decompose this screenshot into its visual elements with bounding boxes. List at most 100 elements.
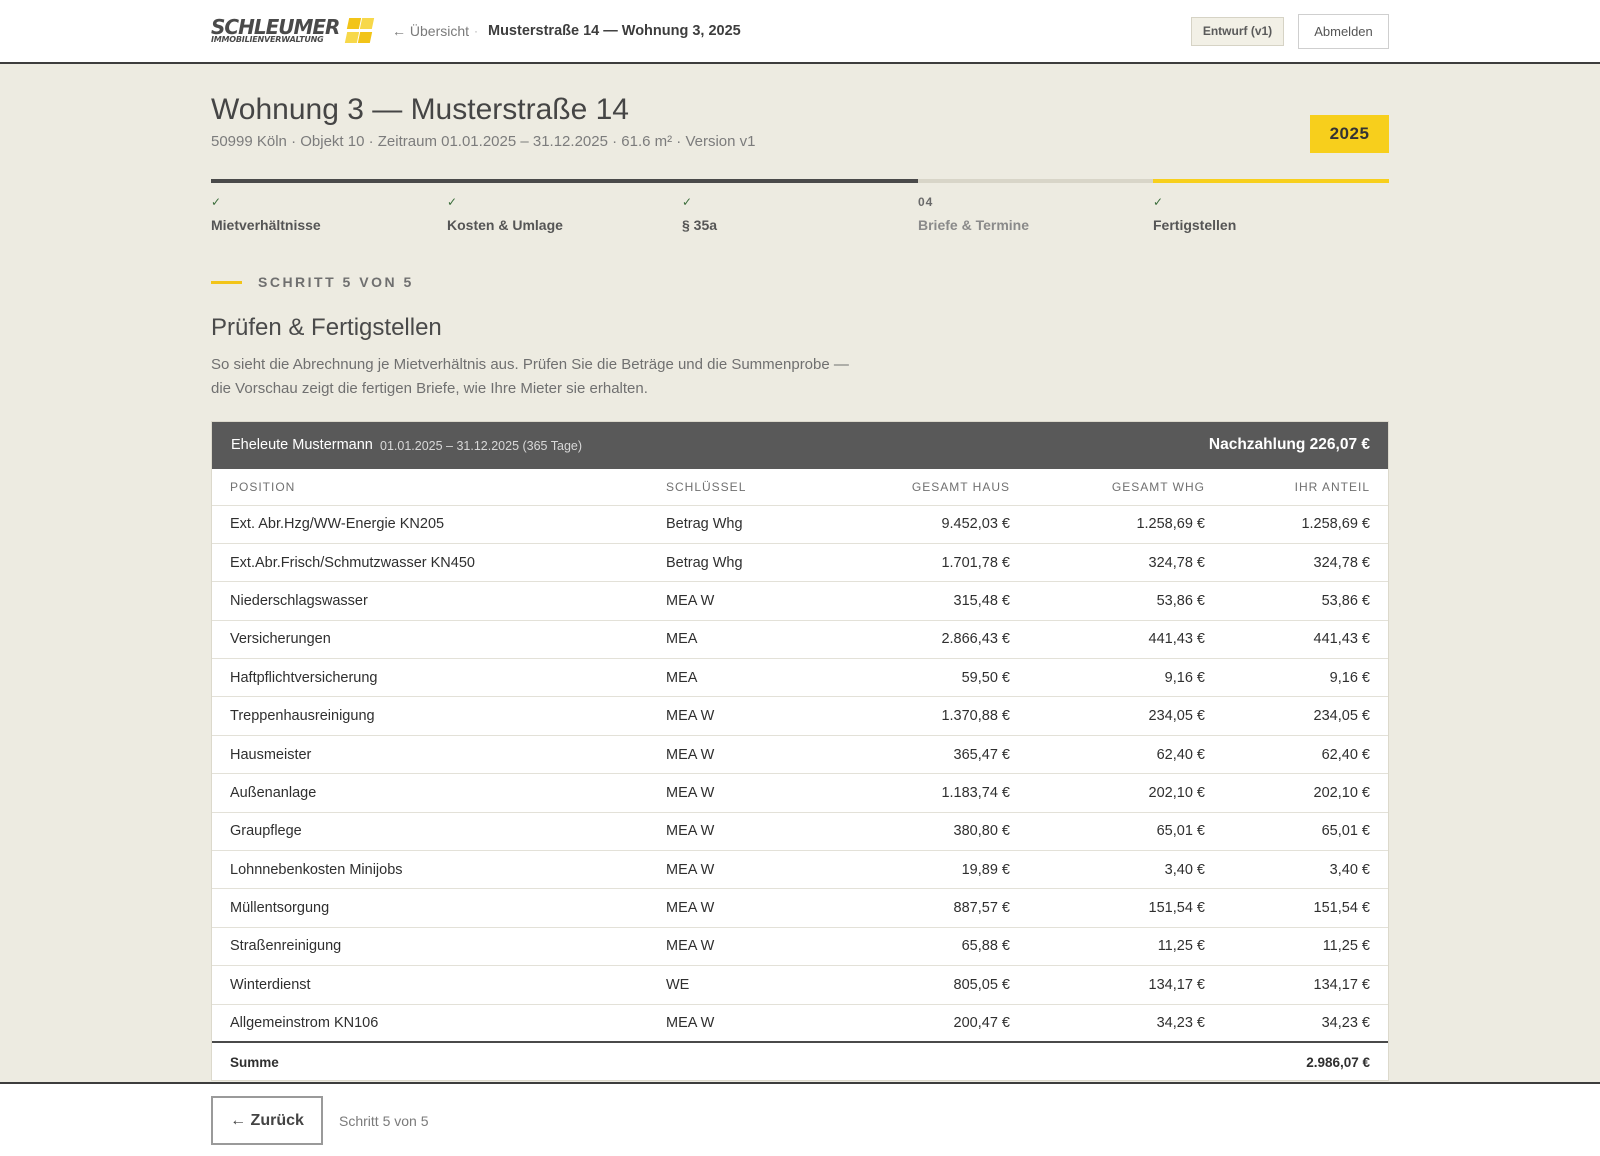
breadcrumb: Musterstraße 14 — Wohnung 3, 2025 [488, 23, 741, 39]
check-icon: ✓ [1153, 195, 1164, 209]
cell-position: Außenanlage [212, 773, 648, 813]
sum-row: Summe 2.986,07 € [212, 1041, 1388, 1083]
step-progress-bar [918, 179, 1154, 183]
table-row: Straßenreinigung MEA W 65,88 €11,25 €11,25… [212, 927, 1388, 967]
cell-your-share: 34,23 € [1223, 1004, 1388, 1043]
cell-your-share: 62,40 € [1223, 735, 1388, 775]
cell-total-house: 9.452,03 € [828, 505, 1028, 544]
table-row: Lohnnebenkosten Minijobs MEA W 19,89 €3,40… [212, 850, 1388, 890]
sum-value: 2.986,07 € [1223, 1041, 1388, 1083]
cost-table: POSITION SCHLÜSSEL GESAMT HAUS GESAMT WH… [212, 469, 1388, 1083]
cell-total-house: 805,05 € [828, 965, 1028, 1005]
cell-position: Straßenreinigung [212, 927, 648, 967]
column-header-total-house: GESAMT HAUS [828, 469, 1028, 506]
cell-total-unit: 11,25 € [1028, 927, 1223, 967]
cell-key: Betrag Whg [648, 543, 828, 583]
column-header-position: POSITION [212, 469, 648, 506]
step-progress-bar [211, 179, 447, 183]
section-title: Prüfen & Fertigstellen [211, 314, 442, 341]
statement-header: Eheleute Mustermann 01.01.2025 – 31.12.2… [212, 422, 1388, 469]
step-progress-bar [682, 179, 918, 183]
cell-total-house: 1.370,88 € [828, 696, 1028, 736]
table-row: Ext. Abr.Hzg/WW-Energie KN205 Betrag Whg 9… [212, 505, 1388, 544]
cell-position: Treppenhausreinigung [212, 696, 648, 736]
progress-stepper: ✓ Mietverhältnisse ✓ Kosten & Umlage ✓ §… [211, 179, 1389, 239]
check-icon: ✓ [682, 195, 693, 209]
step-number: 04 [918, 195, 934, 209]
cell-your-share: 324,78 € [1223, 543, 1388, 583]
back-button[interactable]: ← Zurück [211, 1096, 323, 1145]
cell-total-unit: 134,17 € [1028, 965, 1223, 1005]
table-header-row: POSITION SCHLÜSSEL GESAMT HAUS GESAMT WH… [212, 469, 1388, 506]
draft-version-badge: Entwurf (v1) [1191, 17, 1284, 46]
cell-total-house: 315,48 € [828, 581, 1028, 621]
cell-position: Allgemeinstrom KN106 [212, 1004, 648, 1043]
cell-total-house: 2.866,43 € [828, 620, 1028, 660]
cell-key: MEA W [648, 696, 828, 736]
cell-total-house: 365,47 € [828, 735, 1028, 775]
table-row: Ext.Abr.Frisch/Schmutzwasser KN450 Betrag… [212, 543, 1388, 583]
step-35a[interactable]: ✓ § 35a [682, 179, 918, 239]
cell-total-house: 65,88 € [828, 927, 1028, 967]
step-progress-bar [447, 179, 683, 183]
company-logo[interactable]: SCHLEUMER IMMOBILIENVERWALTUNG [211, 17, 375, 45]
check-icon: ✓ [447, 195, 458, 209]
back-to-overview-link[interactable]: ← Übersicht [392, 21, 469, 41]
cell-total-unit: 441,43 € [1028, 620, 1223, 660]
cell-key: MEA W [648, 850, 828, 890]
cell-your-share: 9,16 € [1223, 658, 1388, 698]
table-row: Winterdienst WE 805,05 €134,17 €134,17 € [212, 965, 1388, 1005]
cell-key: MEA W [648, 581, 828, 621]
table-row: Haftpflichtversicherung MEA 59,50 €9,16 €9… [212, 658, 1388, 698]
cell-total-unit: 34,23 € [1028, 1004, 1223, 1043]
step-mietverhaeltnisse[interactable]: ✓ Mietverhältnisse [211, 179, 447, 239]
step-kosten-umlage[interactable]: ✓ Kosten & Umlage [447, 179, 683, 239]
cell-total-house: 1.183,74 € [828, 773, 1028, 813]
cell-key: MEA W [648, 927, 828, 967]
step-progress-bar [1153, 179, 1389, 183]
cell-your-share: 1.258,69 € [1223, 505, 1388, 544]
cell-total-unit: 9,16 € [1028, 658, 1223, 698]
table-row: Niederschlagswasser MEA W 315,48 €53,86 €5… [212, 581, 1388, 621]
cell-your-share: 151,54 € [1223, 888, 1388, 928]
cell-position: Ext.Abr.Frisch/Schmutzwasser KN450 [212, 543, 648, 583]
logout-button[interactable]: Abmelden [1298, 14, 1389, 49]
step-label: Kosten & Umlage [447, 217, 563, 233]
kicker-accent-line [211, 281, 242, 284]
cell-total-unit: 234,05 € [1028, 696, 1223, 736]
cell-total-house: 380,80 € [828, 812, 1028, 852]
cell-key: MEA W [648, 888, 828, 928]
cell-key: MEA [648, 620, 828, 660]
cell-total-unit: 151,54 € [1028, 888, 1223, 928]
table-row: Graupflege MEA W 380,80 €65,01 €65,01 € [212, 812, 1388, 852]
step-fertigstellen[interactable]: ✓ Fertigstellen [1153, 179, 1389, 239]
check-icon: ✓ [211, 195, 222, 209]
cell-total-house: 200,47 € [828, 1004, 1028, 1043]
cell-position: Haftpflichtversicherung [212, 658, 648, 698]
cell-position: Winterdienst [212, 965, 648, 1005]
year-badge: 2025 [1310, 115, 1389, 153]
table-row: Allgemeinstrom KN106 MEA W 200,47 €34,23 €… [212, 1004, 1388, 1043]
top-bar: SCHLEUMER IMMOBILIENVERWALTUNG ← Übersic… [0, 0, 1600, 64]
cell-total-unit: 53,86 € [1028, 581, 1223, 621]
cell-total-unit: 1.258,69 € [1028, 505, 1223, 544]
step-indicator: Schritt 5 von 5 [339, 1113, 429, 1129]
cell-position: Graupflege [212, 812, 648, 852]
cell-position: Hausmeister [212, 735, 648, 775]
cell-position: Ext. Abr.Hzg/WW-Energie KN205 [212, 505, 648, 544]
step-briefe-termine[interactable]: 04 Briefe & Termine [918, 179, 1154, 239]
cell-key: MEA W [648, 812, 828, 852]
section-description: So sieht die Abrechnung je Mietverhältni… [211, 356, 849, 397]
cell-total-house: 59,50 € [828, 658, 1028, 698]
cell-key: MEA W [648, 1004, 828, 1043]
cell-your-share: 441,43 € [1223, 620, 1388, 660]
step-label: Fertigstellen [1153, 217, 1237, 233]
cell-position: Versicherungen [212, 620, 648, 660]
step-label: Mietverhältnisse [211, 217, 321, 233]
cell-your-share: 3,40 € [1223, 850, 1388, 890]
cell-total-house: 887,57 € [828, 888, 1028, 928]
cell-your-share: 65,01 € [1223, 812, 1388, 852]
table-row: Außenanlage MEA W 1.183,74 €202,10 €202,10… [212, 773, 1388, 813]
column-header-total-unit: GESAMT WHG [1028, 469, 1223, 506]
column-header-your-share: IHR ANTEIL [1223, 469, 1388, 506]
